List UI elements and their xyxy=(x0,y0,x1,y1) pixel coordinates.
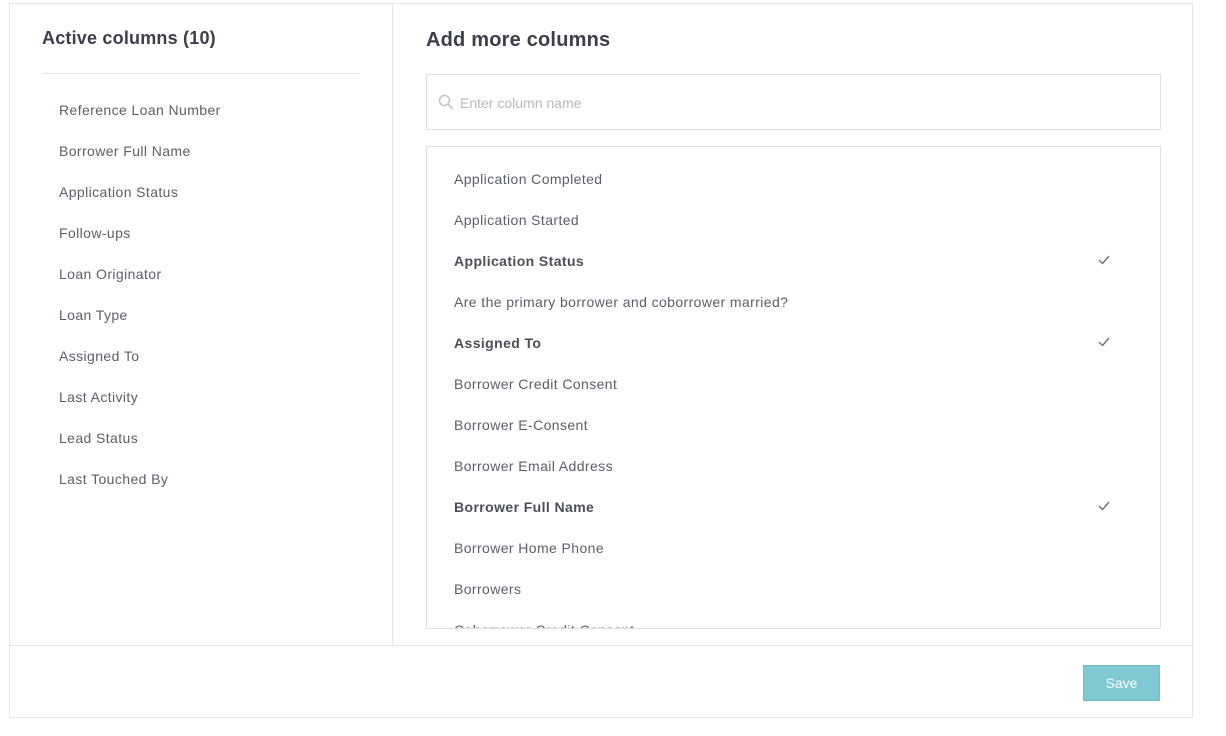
active-column-item: Lead Status xyxy=(59,430,139,446)
active-column-item: Loan Originator xyxy=(59,266,162,282)
active-column-item: Last Activity xyxy=(59,389,139,405)
active-columns-list: Reference Loan Number Borrower Full Name A… xyxy=(59,90,221,500)
column-option-label: Borrower Credit Consent xyxy=(454,376,618,392)
column-option-label: Assigned To xyxy=(454,335,542,351)
add-columns-panel: Add more columns Application CompletedAp… xyxy=(394,4,1192,645)
divider xyxy=(42,73,360,74)
column-option-item[interactable]: Borrower Home Phone xyxy=(454,528,1134,569)
column-option-label: Borrower Full Name xyxy=(454,499,595,515)
column-options-list: Application Completed Application Started… xyxy=(454,159,1134,628)
column-option-item[interactable]: Borrower Full Name xyxy=(454,487,1134,528)
active-column-item: Application Status xyxy=(59,184,179,200)
checkmark-icon xyxy=(1098,501,1110,511)
column-options-box[interactable]: Application Completed Application Started… xyxy=(426,146,1161,629)
column-option-item[interactable]: Borrowers xyxy=(454,569,1134,610)
column-option-label: Application Started xyxy=(454,212,580,228)
column-option-item[interactable]: Borrower Email Address xyxy=(454,446,1134,487)
column-option-label: Coborrower Credit Consent xyxy=(454,622,634,628)
column-option-label: Borrower Email Address xyxy=(454,458,613,474)
active-columns-title: Active columns (10) xyxy=(42,28,216,48)
column-option-item[interactable]: Are the primary borrower and coborrower … xyxy=(454,282,1134,323)
column-option-label: Borrower E-Consent xyxy=(454,417,589,433)
search-icon xyxy=(438,94,454,110)
column-option-label: Are the primary borrower and coborrower … xyxy=(454,294,789,310)
active-column-item: Reference Loan Number xyxy=(59,102,221,118)
column-search-input[interactable] xyxy=(460,89,1140,117)
column-option-item[interactable]: Borrower Credit Consent xyxy=(454,364,1134,405)
active-column-item: Borrower Full Name xyxy=(59,143,191,159)
column-option-item[interactable]: Assigned To xyxy=(454,323,1134,364)
column-option-label: Application Completed xyxy=(454,171,603,187)
active-columns-panel: Active columns (10) Reference Loan Numbe… xyxy=(10,4,393,645)
column-option-item[interactable]: Application Status xyxy=(454,241,1134,282)
checkmark-icon xyxy=(1098,255,1110,265)
column-option-item[interactable]: Coborrower Credit Consent xyxy=(454,610,1134,628)
active-column-item: Loan Type xyxy=(59,307,128,323)
column-settings-dialog: Active columns (10) Reference Loan Numbe… xyxy=(9,3,1193,718)
column-search-box[interactable] xyxy=(426,74,1161,130)
save-button[interactable]: Save xyxy=(1083,665,1160,701)
column-option-item[interactable]: Application Completed xyxy=(454,159,1134,200)
column-option-label: Application Status xyxy=(454,253,585,269)
dialog-footer: Save xyxy=(10,645,1192,717)
column-option-item[interactable]: Borrower E-Consent xyxy=(454,405,1134,446)
column-option-label: Borrowers xyxy=(454,581,522,597)
active-column-item: Assigned To xyxy=(59,348,140,364)
active-column-item: Follow-ups xyxy=(59,225,131,241)
column-option-label: Borrower Home Phone xyxy=(454,540,604,556)
column-option-item[interactable]: Application Started xyxy=(454,200,1134,241)
add-columns-title: Add more columns xyxy=(426,29,611,51)
checkmark-icon xyxy=(1098,337,1110,347)
active-column-item: Last Touched By xyxy=(59,471,169,487)
